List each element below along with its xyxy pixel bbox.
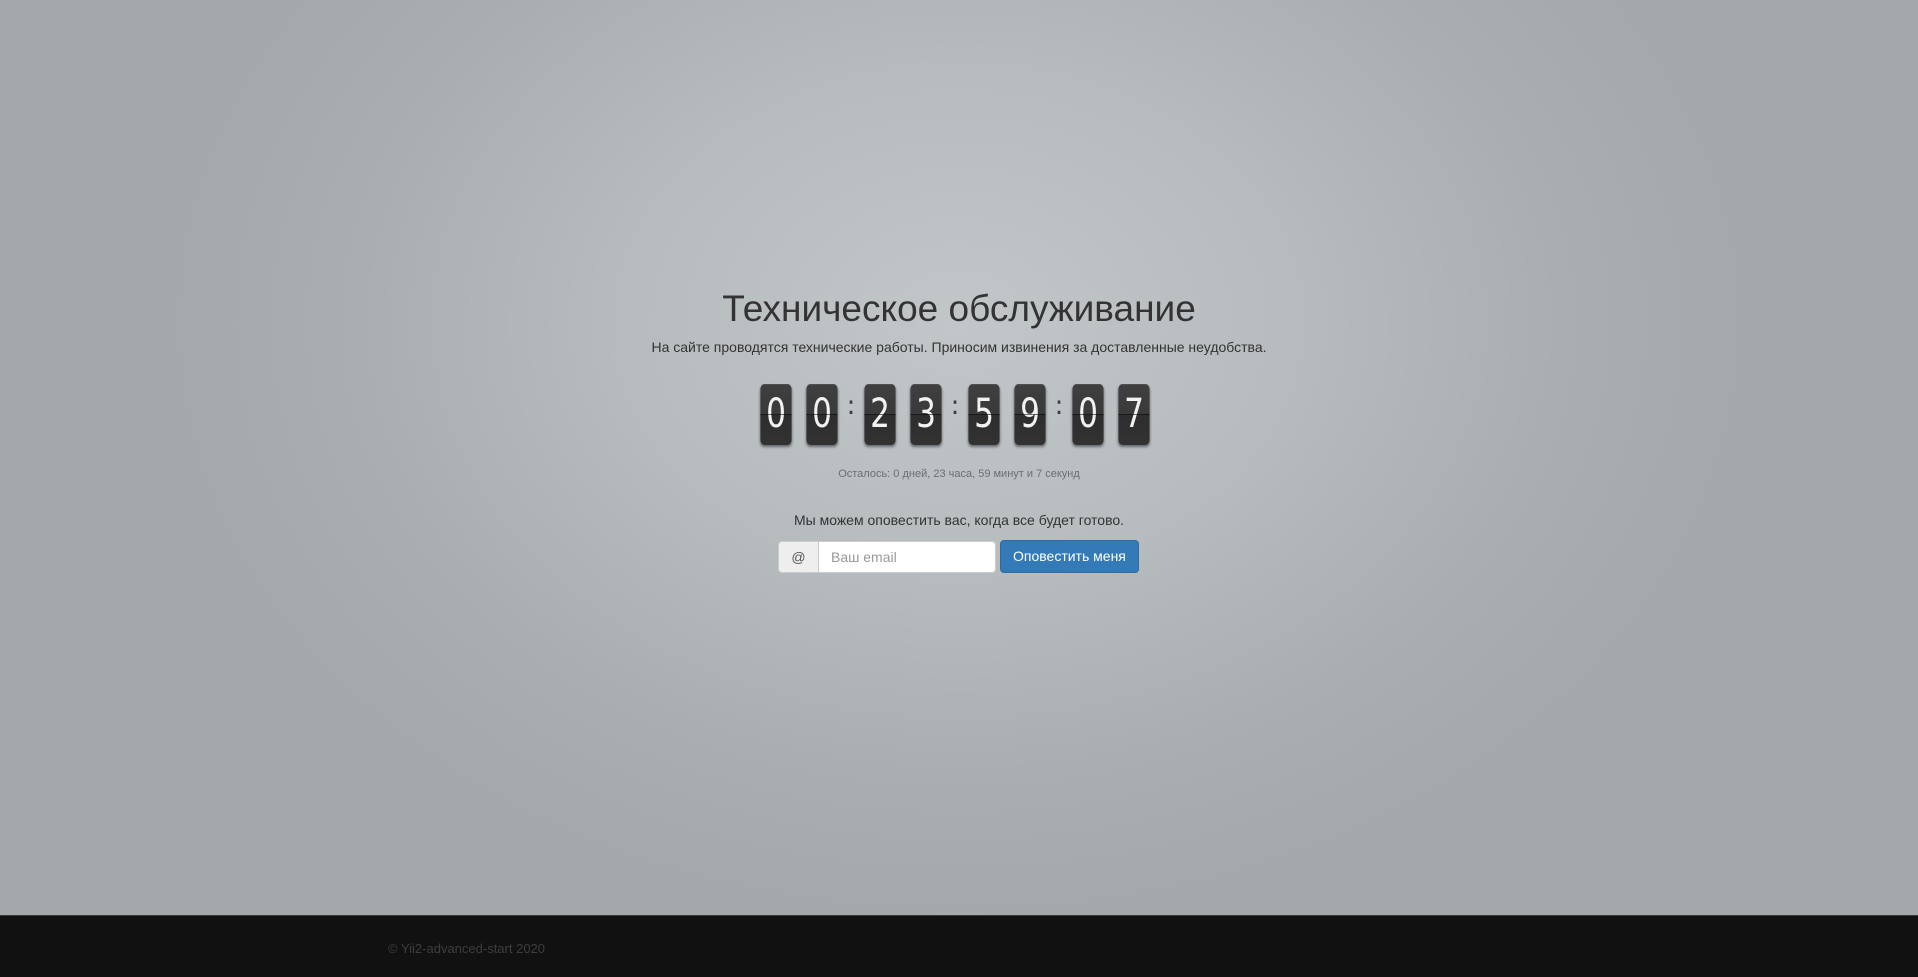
notify-text: Мы можем оповестить вас, когда все будет…	[793, 512, 1125, 528]
at-sign-addon: @	[778, 540, 818, 573]
notify-form: @ Оповестить меня	[778, 540, 1139, 573]
countdown-digit-minutes-1: 5	[968, 383, 1000, 445]
countdown-separator: :	[1054, 391, 1064, 421]
email-input[interactable]	[818, 540, 996, 573]
countdown-digit-days-2: 0	[806, 383, 838, 445]
maintenance-page: Техническое обслуживание На сайте провод…	[0, 0, 1918, 915]
notify-me-button[interactable]: Оповестить меня	[1000, 540, 1139, 573]
countdown-separator: :	[846, 391, 856, 421]
countdown-digit-seconds-1: 0	[1072, 383, 1104, 445]
countdown-digit-hours-1: 2	[864, 383, 896, 445]
countdown-timer: 0 0 : 2 3 : 5 9 : 0 7	[756, 383, 1160, 445]
countdown-digit-minutes-2: 9	[1014, 383, 1046, 445]
countdown-digit-days-1: 0	[760, 383, 792, 445]
countdown-separator: :	[950, 391, 960, 421]
footer-copyright: © Yii2-advanced-start 2020	[388, 941, 546, 956]
countdown-digit-hours-2: 3	[910, 383, 942, 445]
footer: © Yii2-advanced-start 2020	[0, 915, 1918, 977]
countdown-remaining-text: Осталось: 0 дней, 23 часа, 59 минут и 7 …	[838, 468, 1080, 480]
page-subtitle: На сайте проводятся технические работы. …	[651, 339, 1267, 355]
countdown-digit-seconds-2: 7	[1118, 383, 1150, 445]
page-title: Техническое обслуживание	[722, 288, 1196, 329]
